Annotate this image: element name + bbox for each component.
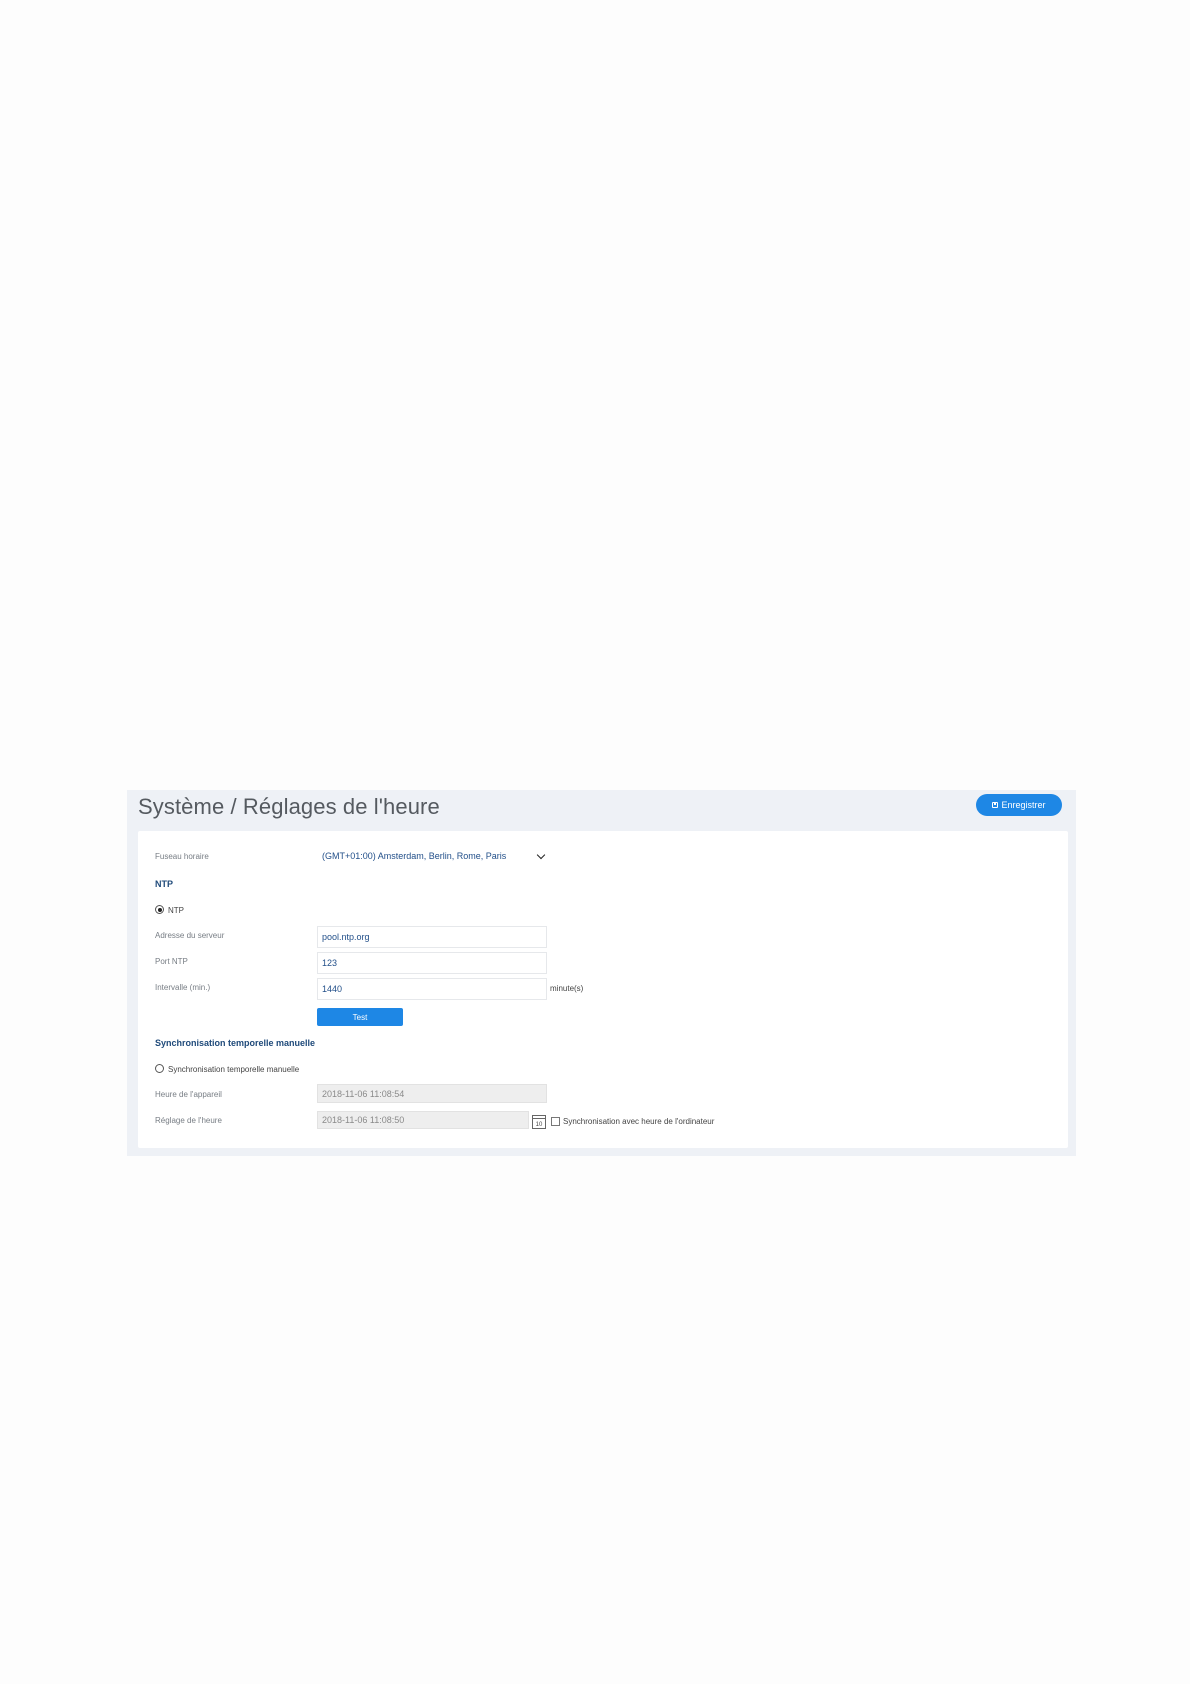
time-settings-window: Système / Réglages de l'heure Enregistre… [127,790,1076,1156]
save-button[interactable]: Enregistrer [976,794,1062,816]
ntp-radio[interactable] [155,905,164,914]
manual-sync-radio[interactable] [155,1064,164,1073]
set-time-input[interactable]: 2018-11-06 11:08:50 [317,1111,529,1129]
ntp-port-label: Port NTP [155,957,188,966]
timezone-select[interactable]: (GMT+01:00) Amsterdam, Berlin, Rome, Par… [317,847,548,865]
set-time-label: Réglage de l'heure [155,1116,222,1125]
ntp-port-value: 123 [322,958,338,968]
save-button-label: Enregistrer [1001,800,1046,810]
interval-value: 1440 [322,984,343,994]
ntp-radio-label: NTP [168,906,184,915]
device-time-field: 2018-11-06 11:08:54 [317,1084,547,1103]
page-title: Système / Réglages de l'heure [138,794,440,819]
timezone-label: Fuseau horaire [155,852,209,861]
ntp-section-title: NTP [155,879,173,889]
sync-with-computer-label: Synchronisation avec heure de l'ordinate… [563,1117,715,1126]
interval-unit: minute(s) [550,984,584,993]
manual-sync-radio-label: Synchronisation temporelle manuelle [168,1065,300,1074]
calendar-day: 10 [535,1122,543,1128]
manual-sync-section-title: Synchronisation temporelle manuelle [155,1038,316,1048]
device-time-label: Heure de l'appareil [155,1090,222,1099]
device-time-value: 2018-11-06 11:08:54 [322,1088,405,1099]
floppy-disk-icon [992,802,999,808]
settings-panel: Fuseau horaire (GMT+01:00) Amsterdam, Be… [138,831,1068,1148]
chevron-down-icon [536,850,546,860]
server-address-label: Adresse du serveur [155,931,225,940]
interval-label: Intervalle (min.) [155,983,211,992]
server-address-value: pool.ntp.org [322,932,370,942]
ntp-port-input[interactable]: 123 [317,952,547,974]
test-button[interactable]: Test [317,1008,403,1026]
set-time-value: 2018-11-06 11:08:50 [322,1115,405,1125]
calendar-icon[interactable]: 10 [532,1115,546,1129]
server-address-input[interactable]: pool.ntp.org [317,926,547,948]
timezone-selected-value: (GMT+01:00) Amsterdam, Berlin, Rome, Par… [322,851,507,861]
interval-input[interactable]: 1440 [317,978,547,1000]
sync-with-computer-checkbox[interactable] [551,1117,560,1126]
